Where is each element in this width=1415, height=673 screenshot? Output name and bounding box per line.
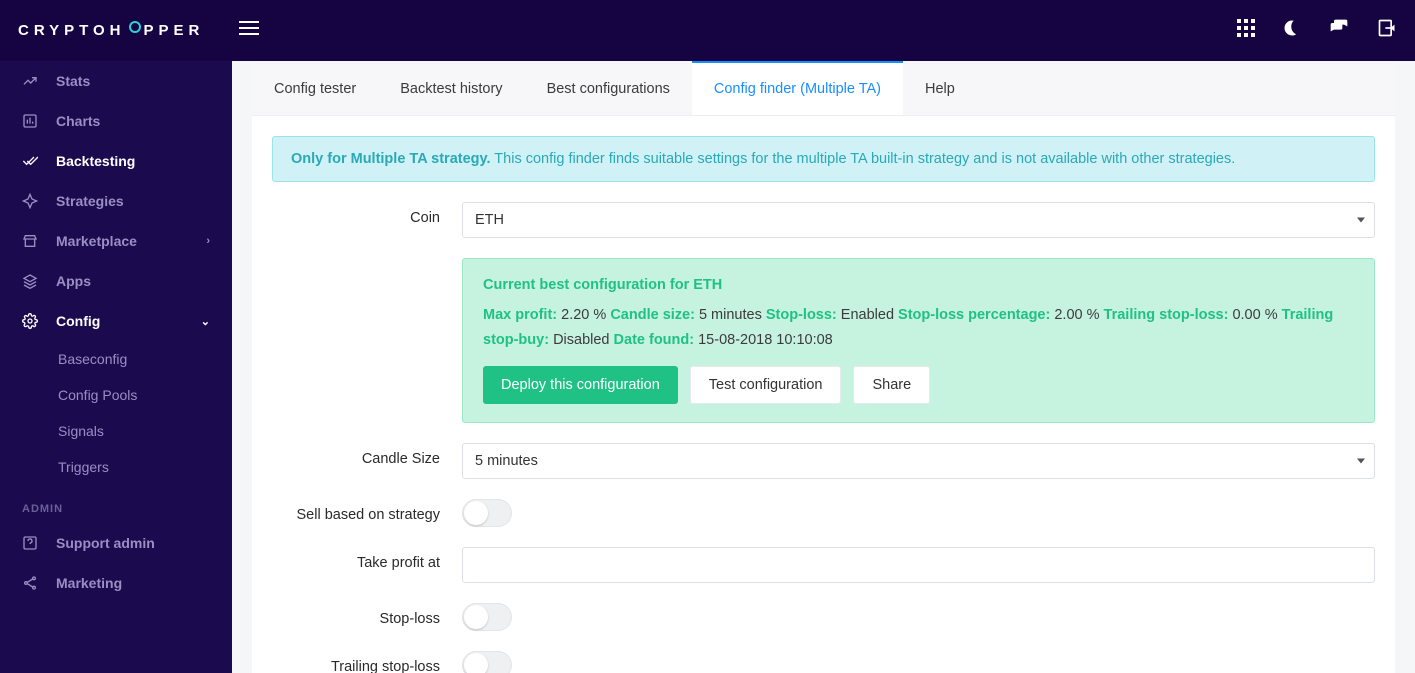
info-alert-text: This config finder finds suitable settin… (491, 151, 1236, 167)
config-card: Config tester Backtest history Best conf… (252, 61, 1395, 673)
label-stoploss: Stop-loss (272, 603, 462, 627)
row-sell-strategy: Sell based on strategy (272, 499, 1375, 527)
toggle-knob (464, 653, 488, 673)
tabstrip: Config tester Backtest history Best conf… (252, 61, 1395, 116)
test-button[interactable]: Test configuration (690, 366, 842, 404)
row-candle-size: Candle Size 5 minutes (272, 443, 1375, 479)
candle-select-wrap: 5 minutes (462, 443, 1375, 479)
tab-config-finder[interactable]: Config finder (Multiple TA) (692, 61, 903, 115)
row-trailing-stoploss: Trailing stop-loss (272, 651, 1375, 673)
sidebar-item-label: Marketing (56, 575, 122, 591)
best-config-title: Current best configuration for ETH (483, 277, 1354, 293)
coin-select[interactable]: ETH (462, 202, 1375, 238)
sidebar-item-marketing[interactable]: Marketing (0, 563, 232, 603)
tab-content: Only for Multiple TA strategy. This conf… (252, 116, 1395, 673)
label-sell-strategy: Sell based on strategy (272, 499, 462, 523)
check-double-icon (22, 153, 38, 169)
sidebar-item-support-admin[interactable]: Support admin (0, 523, 232, 563)
chat-icon[interactable] (1329, 18, 1349, 43)
trend-icon (22, 73, 38, 89)
deploy-button[interactable]: Deploy this configuration (483, 366, 678, 404)
row-stoploss: Stop-loss (272, 603, 1375, 631)
store-icon (22, 233, 38, 249)
trailing-stoploss-toggle[interactable] (462, 651, 512, 673)
best-config-actions: Deploy this configuration Test configura… (483, 366, 1354, 404)
topbar: CRYPTOH PPER (0, 0, 1415, 61)
tab-best-configurations[interactable]: Best configurations (525, 61, 692, 115)
sidebar-item-marketplace[interactable]: Marketplace › (0, 221, 232, 261)
brand-logo: CRYPTOH PPER (18, 22, 204, 39)
sidebar-item-label: Stats (56, 73, 90, 89)
toggle-knob (464, 501, 488, 525)
gear-icon (22, 313, 38, 329)
topbar-actions (1237, 18, 1397, 43)
sidebar-item-stats[interactable]: Stats (0, 61, 232, 101)
stoploss-toggle[interactable] (462, 603, 512, 631)
coin-select-wrap: ETH (462, 202, 1375, 238)
candle-size-select[interactable]: 5 minutes (462, 443, 1375, 479)
sidebar-sub-baseconfig[interactable]: Baseconfig (0, 341, 232, 377)
sidebar-item-label: Strategies (56, 193, 124, 209)
sidebar-item-label: Charts (56, 113, 100, 129)
help-square-icon (22, 535, 38, 551)
sidebar-item-config[interactable]: Config ⌄ (0, 301, 232, 341)
tab-backtest-history[interactable]: Backtest history (378, 61, 524, 115)
row-coin: Coin ETH (272, 202, 1375, 238)
sidebar-item-backtesting[interactable]: Backtesting (0, 141, 232, 181)
apps-grid-icon[interactable] (1237, 19, 1255, 42)
brand-text-post: PPER (144, 22, 205, 39)
logout-icon[interactable] (1377, 18, 1397, 43)
sidebar-item-apps[interactable]: Apps (0, 261, 232, 301)
sidebar-item-label: Marketplace (56, 233, 137, 249)
best-config-params: Max profit: 2.20 % Candle size: 5 minute… (483, 303, 1354, 352)
sidebar-item-charts[interactable]: Charts (0, 101, 232, 141)
label-take-profit: Take profit at (272, 547, 462, 571)
sidebar: Stats Charts Backtesting Strategies Mark… (0, 61, 232, 673)
chevron-right-icon: › (206, 235, 210, 247)
tab-config-tester[interactable]: Config tester (252, 61, 378, 115)
brand-text-pre: CRYPTOH (18, 22, 126, 39)
sidebar-item-label: Apps (56, 273, 91, 289)
info-alert: Only for Multiple TA strategy. This conf… (272, 136, 1375, 182)
sidebar-sub-triggers[interactable]: Triggers (0, 449, 232, 485)
sidebar-item-label: Config (56, 313, 100, 329)
best-config-box: Current best configuration for ETH Max p… (462, 258, 1375, 423)
toggle-knob (464, 605, 488, 629)
sidebar-sub-signals[interactable]: Signals (0, 413, 232, 449)
row-take-profit: Take profit at (272, 547, 1375, 583)
sidebar-section-admin: ADMIN (0, 485, 232, 523)
row-best-config: Current best configuration for ETH Max p… (272, 258, 1375, 423)
brand-accent-o (129, 21, 141, 33)
chart-bar-icon (22, 113, 38, 129)
menu-toggle-button[interactable] (239, 21, 259, 40)
label-candle-size: Candle Size (272, 443, 462, 467)
share-icon (22, 575, 38, 591)
tab-help[interactable]: Help (903, 61, 977, 115)
label-trailing-stoploss: Trailing stop-loss (272, 651, 462, 673)
sidebar-item-label: Support admin (56, 535, 155, 551)
sell-strategy-toggle[interactable] (462, 499, 512, 527)
sidebar-sub-config-pools[interactable]: Config Pools (0, 377, 232, 413)
sidebar-item-strategies[interactable]: Strategies (0, 181, 232, 221)
label-coin: Coin (272, 202, 462, 226)
share-button[interactable]: Share (853, 366, 930, 404)
target-icon (22, 193, 38, 209)
info-alert-strong: Only for Multiple TA strategy. (291, 151, 491, 167)
sidebar-item-label: Backtesting (56, 153, 135, 169)
chevron-down-icon: ⌄ (201, 315, 210, 328)
main-content: Config tester Backtest history Best conf… (232, 61, 1415, 673)
take-profit-input[interactable] (462, 547, 1375, 583)
dark-mode-icon[interactable] (1283, 19, 1301, 42)
layers-icon (22, 273, 38, 289)
